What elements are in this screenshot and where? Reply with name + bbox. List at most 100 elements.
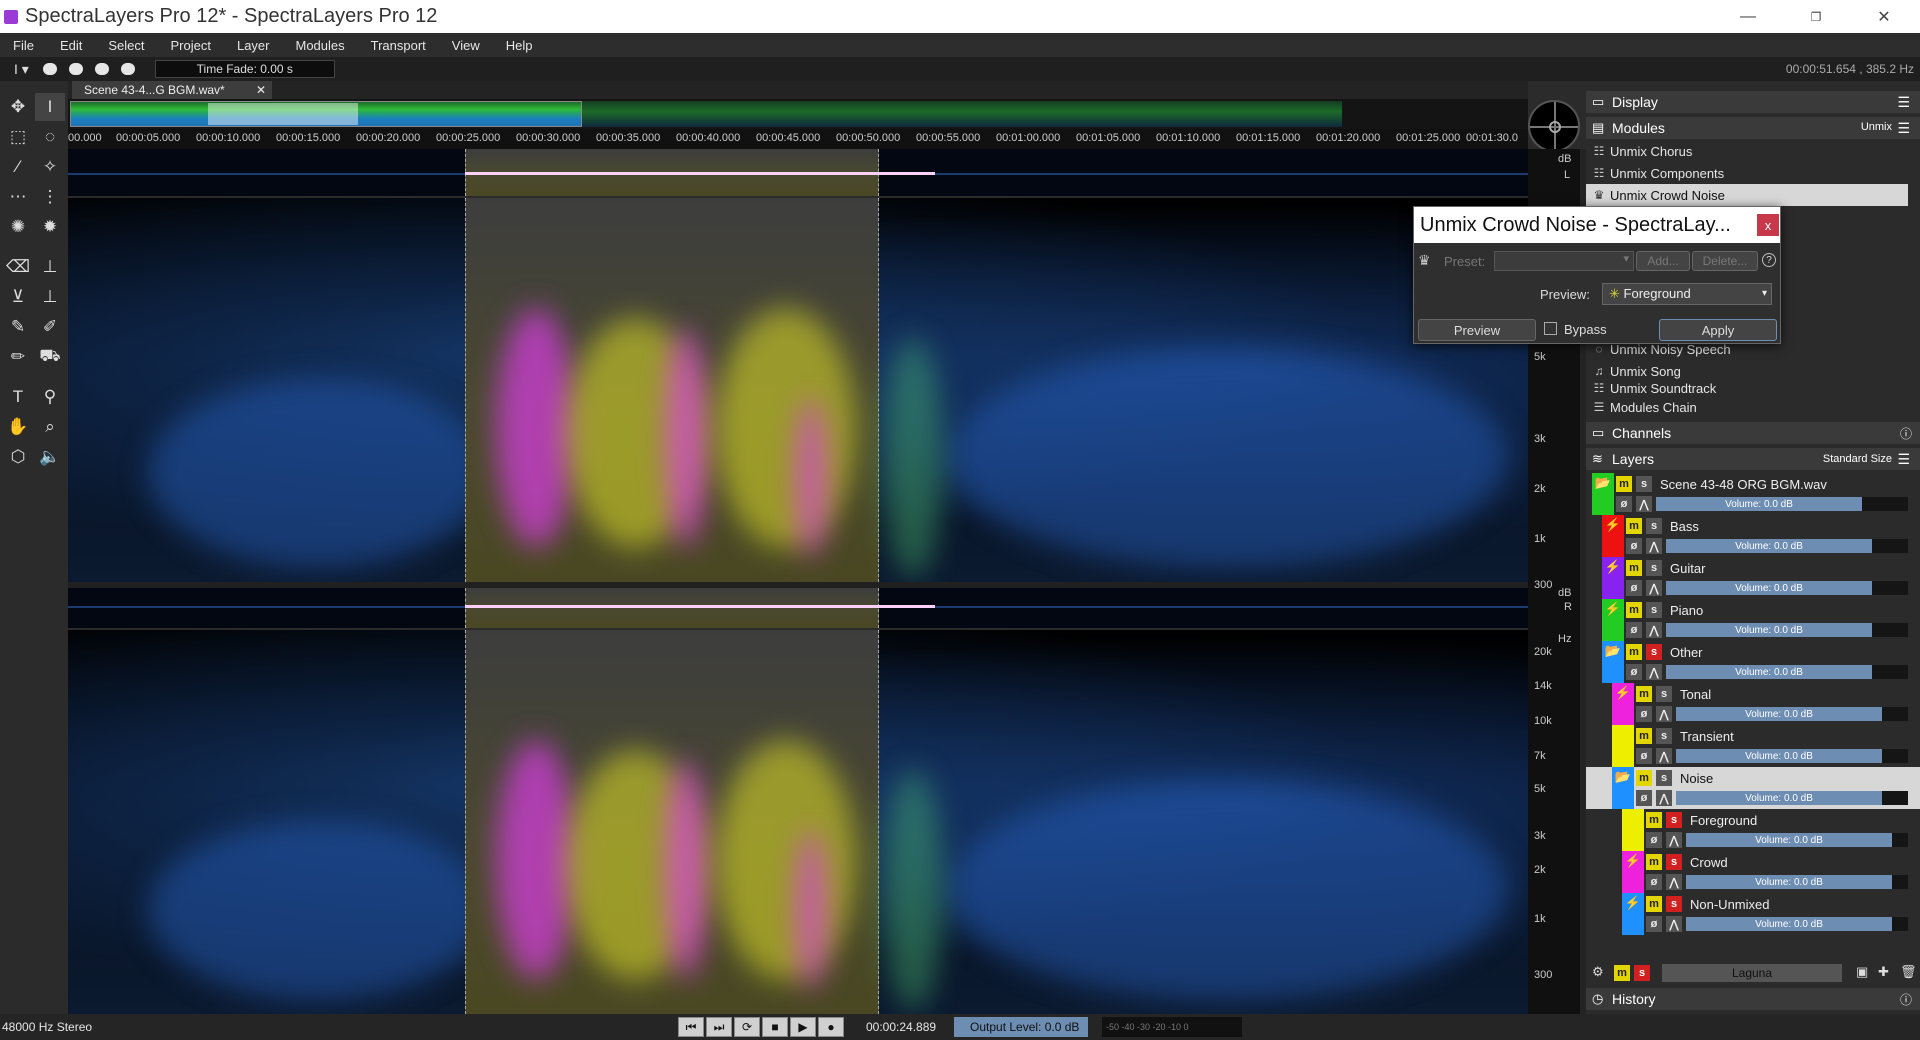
solo-button[interactable]: s xyxy=(1646,602,1662,618)
selection-region[interactable] xyxy=(465,630,879,1014)
panel-menu-icon[interactable]: ☰ xyxy=(1897,120,1910,137)
layer-row[interactable]: ⚡ m s Bass ø ⋀ Volume: 0.0 dB xyxy=(1586,515,1920,557)
brush-icon[interactable]: ✐ xyxy=(35,313,65,341)
bypass-checkbox[interactable] xyxy=(1544,322,1557,335)
document-tab[interactable]: Scene 43-4...G BGM.wav* ✕ xyxy=(72,81,272,99)
mode-radio-4[interactable] xyxy=(120,63,135,75)
envelope-button[interactable]: ⋀ xyxy=(1646,622,1662,638)
layer-name[interactable]: Foreground xyxy=(1690,813,1757,828)
draw-icon[interactable]: ✎ xyxy=(3,313,33,341)
phase-invert-button[interactable]: ø xyxy=(1636,748,1652,764)
mode-radio-2[interactable] xyxy=(68,63,83,75)
eyedropper-icon[interactable]: ⚲ xyxy=(35,383,65,411)
channels-panel-header[interactable]: ▭ Channels ⓘ xyxy=(1586,422,1920,444)
layer-name[interactable]: Transient xyxy=(1680,729,1734,744)
solo-button[interactable]: s xyxy=(1646,518,1662,534)
fill-icon[interactable]: ⛟ xyxy=(35,343,65,371)
rectangle-select-icon[interactable]: ⬚ xyxy=(3,123,33,151)
time-ruler[interactable]: 00.000 00:00:05.000 00:00:10.000 00:00:1… xyxy=(68,129,1528,149)
brush-select-icon[interactable]: ⁄ xyxy=(3,153,33,181)
phase-invert-button[interactable]: ø xyxy=(1626,664,1642,680)
module-item[interactable]: ☷ Unmix Soundtrack xyxy=(1586,382,1908,394)
mute-button[interactable]: m xyxy=(1646,896,1662,912)
panel-menu-icon[interactable]: ☰ xyxy=(1897,451,1910,468)
menu-project[interactable]: Project xyxy=(158,38,224,53)
rewind-button[interactable]: ⏮ xyxy=(678,1017,704,1037)
layer-row[interactable]: m s Transient ø ⋀ Volume: 0.0 dB xyxy=(1586,725,1920,767)
layer-color-swatch[interactable] xyxy=(1612,725,1634,767)
solo-button[interactable]: s xyxy=(1666,854,1682,870)
vertical-select-icon[interactable]: ⋮ xyxy=(35,183,65,211)
layer-folder-icon[interactable]: 📂 xyxy=(1612,767,1634,809)
cursor-tool-icon[interactable]: I ▾ xyxy=(14,61,29,78)
envelope-button[interactable]: ⋀ xyxy=(1636,496,1652,512)
dialog-close-button[interactable]: x xyxy=(1757,214,1779,236)
zoom-icon[interactable]: ⌕ xyxy=(35,413,65,441)
help-icon[interactable]: ⓘ xyxy=(1900,425,1912,442)
envelope-button[interactable]: ⋀ xyxy=(1646,664,1662,680)
apply-button[interactable]: Apply xyxy=(1659,319,1777,341)
forward-button[interactable]: ⏭ xyxy=(706,1017,732,1037)
phase-invert-button[interactable]: ø xyxy=(1636,790,1652,806)
stop-button[interactable]: ■ xyxy=(762,1017,788,1037)
solo-button[interactable]: s xyxy=(1666,812,1682,828)
envelope-button[interactable]: ⋀ xyxy=(1666,874,1682,890)
envelope-button[interactable]: ⋀ xyxy=(1656,706,1672,722)
lasso-icon[interactable]: ◌ xyxy=(35,123,65,151)
layer-row[interactable]: ⚡ m s Tonal ø ⋀ Volume: 0.0 dB xyxy=(1586,683,1920,725)
layer-row[interactable]: ⚡ m s Non-Unmixed ø ⋀ Volume: 0.0 dB xyxy=(1586,893,1920,935)
mute-button[interactable]: m xyxy=(1626,518,1642,534)
module-item[interactable]: ☷ Unmix Chorus xyxy=(1586,140,1908,162)
mute-button[interactable]: m xyxy=(1626,602,1642,618)
envelope-button[interactable]: ⋀ xyxy=(1666,832,1682,848)
dash-select-icon[interactable]: ⋯ xyxy=(3,183,33,211)
selection-region[interactable] xyxy=(465,198,879,582)
record-button[interactable]: ● xyxy=(818,1017,844,1037)
layer-row[interactable]: ⚡ m s Guitar ø ⋀ Volume: 0.0 dB xyxy=(1586,557,1920,599)
history-panel-header[interactable]: ◷ History ⓘ xyxy=(1586,988,1920,1010)
layer-name[interactable]: Tonal xyxy=(1680,687,1711,702)
harmonic-icon[interactable]: ✺ xyxy=(3,213,33,241)
mode-radio-3[interactable] xyxy=(94,63,109,75)
solo-button[interactable]: s xyxy=(1636,476,1652,492)
mixer-icon[interactable]: ⚙ xyxy=(1592,964,1604,980)
menu-help[interactable]: Help xyxy=(493,38,546,53)
solo-button[interactable]: s xyxy=(1656,728,1672,744)
modules-filter[interactable]: Unmix xyxy=(1861,121,1892,133)
envelope-button[interactable]: ⋀ xyxy=(1656,790,1672,806)
preview-button[interactable]: Preview xyxy=(1418,319,1536,341)
mute-button[interactable]: m xyxy=(1646,854,1662,870)
menu-select[interactable]: Select xyxy=(95,38,157,53)
new-layer-icon[interactable]: ▣ xyxy=(1856,964,1868,980)
layers-size-select[interactable]: Standard Size xyxy=(1823,453,1892,465)
spectrogram-left[interactable] xyxy=(68,198,1528,582)
layer-name[interactable]: Non-Unmixed xyxy=(1690,897,1769,912)
envelope-button[interactable]: ⋀ xyxy=(1666,916,1682,932)
output-level[interactable]: Output Level: 0.0 dB xyxy=(954,1017,1088,1037)
layers-panel-header[interactable]: ≋ Layers Standard Size ☰ xyxy=(1586,448,1920,470)
mute-button[interactable]: m xyxy=(1636,770,1652,786)
layer-row[interactable]: 📂 m s Noise ø ⋀ Volume: 0.0 dB xyxy=(1586,767,1920,809)
mode-radio-1[interactable] xyxy=(42,63,57,75)
mute-button[interactable]: m xyxy=(1636,728,1652,744)
layer-wave-icon[interactable]: ⚡ xyxy=(1612,683,1634,725)
layer-wave-icon[interactable]: ⚡ xyxy=(1622,893,1644,935)
menu-file[interactable]: File xyxy=(0,38,47,53)
time-fade-field[interactable]: Time Fade: 0.00 s xyxy=(154,60,335,78)
phase-invert-button[interactable]: ø xyxy=(1646,832,1662,848)
loop-button[interactable]: ⟳ xyxy=(734,1017,760,1037)
delete-layer-icon[interactable]: 🗑 xyxy=(1900,964,1917,980)
mute-button[interactable]: m xyxy=(1636,686,1652,702)
mute-button[interactable]: m xyxy=(1626,644,1642,660)
phase-invert-button[interactable]: ø xyxy=(1646,874,1662,890)
move-tool-icon[interactable]: ✥ xyxy=(3,93,33,121)
layer-name[interactable]: Crowd xyxy=(1690,855,1728,870)
volume-slider[interactable]: Volume: 0.0 dB xyxy=(1666,665,1872,679)
phase-invert-button[interactable]: ø xyxy=(1626,580,1642,596)
volume-slider[interactable]: Volume: 0.0 dB xyxy=(1686,833,1892,847)
laguna-select[interactable]: Laguna xyxy=(1662,964,1842,982)
heal-icon[interactable]: ⊻ xyxy=(3,283,33,311)
menu-view[interactable]: View xyxy=(439,38,493,53)
volume-slider[interactable]: Volume: 0.0 dB xyxy=(1686,875,1892,889)
time-select-tool-icon[interactable]: I xyxy=(35,93,65,121)
